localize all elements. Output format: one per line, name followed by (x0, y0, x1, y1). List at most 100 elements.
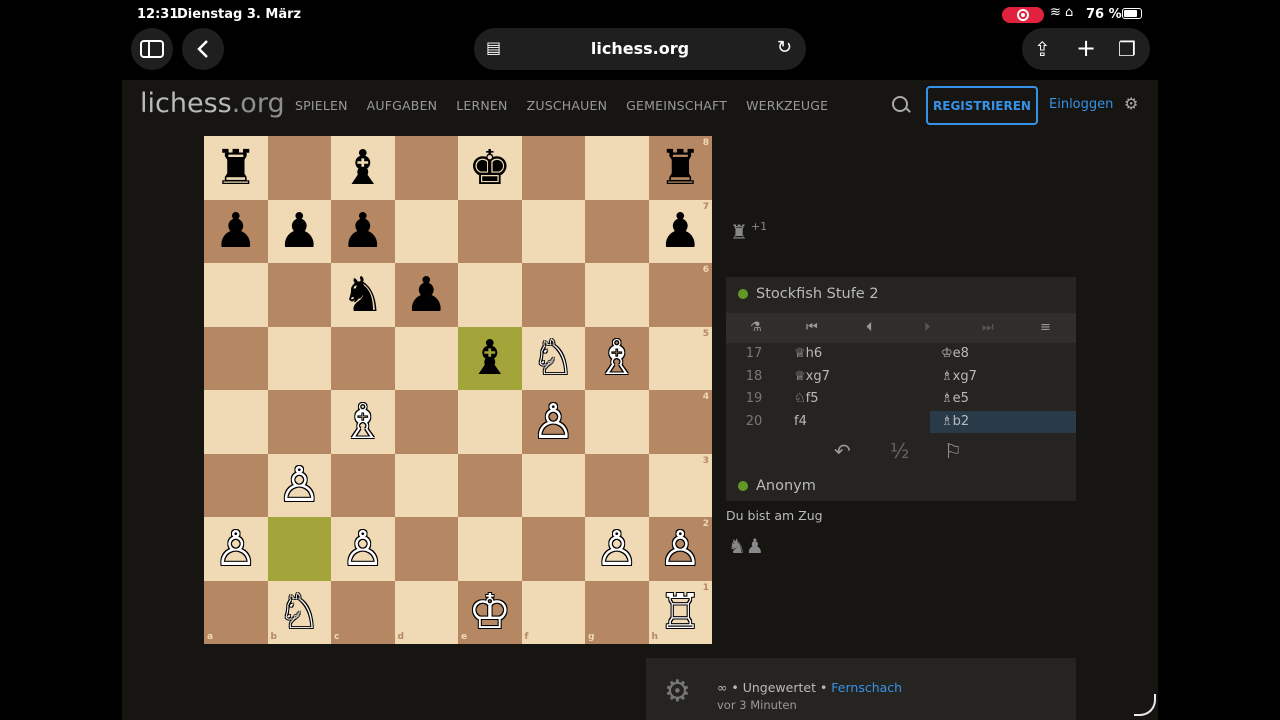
square-f3[interactable] (521, 453, 585, 517)
square-b8[interactable] (267, 136, 331, 200)
chess-piece[interactable]: ♙ (595, 525, 638, 573)
square-d6[interactable]: ♟ (394, 263, 458, 327)
back-button[interactable] (182, 28, 224, 70)
square-g6[interactable] (585, 263, 649, 327)
square-d1[interactable]: d (394, 580, 458, 644)
square-a3[interactable] (204, 453, 268, 517)
square-b5[interactable] (267, 326, 331, 390)
square-c1[interactable]: c (331, 580, 395, 644)
white-move[interactable]: ♘f5 (794, 391, 819, 406)
chess-piece[interactable]: ♚ (468, 144, 511, 192)
search-icon[interactable] (892, 96, 908, 112)
nav-learn[interactable]: LERNEN (456, 98, 507, 113)
tabs-overview-icon[interactable]: ❐ (1118, 37, 1136, 61)
chess-piece[interactable]: ♟ (278, 207, 321, 255)
square-g4[interactable] (585, 390, 649, 454)
register-button[interactable]: REGISTRIEREN (926, 86, 1038, 125)
chess-piece[interactable]: ♙ (659, 525, 702, 573)
offer-draw-button[interactable]: ½ (890, 439, 909, 463)
nav-watch[interactable]: ZUSCHAUEN (527, 98, 608, 113)
square-f2[interactable] (521, 517, 585, 581)
prev-move-icon[interactable]: ⏴ (866, 320, 873, 335)
nav-community[interactable]: GEMEINSCHAFT (626, 98, 727, 113)
square-e3[interactable] (458, 453, 522, 517)
square-a5[interactable] (204, 326, 268, 390)
site-logo[interactable]: lichess.org (140, 88, 285, 119)
chess-piece[interactable]: ♖ (659, 588, 702, 636)
square-g3[interactable] (585, 453, 649, 517)
square-h3[interactable]: 3 (648, 453, 712, 517)
chess-piece[interactable]: ♝ (341, 144, 384, 192)
square-d5[interactable] (394, 326, 458, 390)
black-move-active[interactable]: ♗b2 (930, 411, 1076, 434)
new-tab-icon[interactable]: + (1076, 34, 1096, 62)
nav-puzzles[interactable]: AUFGABEN (367, 98, 438, 113)
square-d4[interactable] (394, 390, 458, 454)
nav-tools[interactable]: WERKZEUGE (746, 98, 828, 113)
square-b7[interactable]: ♟ (267, 199, 331, 263)
first-move-icon[interactable]: ⏮ (806, 320, 818, 335)
square-b4[interactable] (267, 390, 331, 454)
square-a8[interactable]: ♜ (204, 136, 268, 200)
analysis-icon[interactable]: ⚗ (750, 320, 762, 335)
square-f7[interactable] (521, 199, 585, 263)
square-h5[interactable]: 5 (648, 326, 712, 390)
address-bar[interactable]: ▤ lichess.org ↻ (474, 28, 806, 70)
chess-board[interactable]: ♜ ♝ ♚ ♜ 8 ♟ ♟ ♟ ♟ 7 ♞ ♟ 6 ♝ ♘ ♗ 5 ♗ ♙ 4 ♙ 3 ♙ ♙ ♙ ♙ 2 a ♘ b c d ♔ e f g ♖ 1 h (204, 136, 712, 644)
square-e8[interactable]: ♚ (458, 136, 522, 200)
square-h1[interactable]: ♖ 1 h (648, 580, 712, 644)
chess-piece[interactable]: ♙ (278, 461, 321, 509)
square-h8[interactable]: ♜ 8 (648, 136, 712, 200)
black-move[interactable]: ♔e8 (930, 343, 1076, 365)
chess-piece[interactable]: ♙ (214, 525, 257, 573)
black-move[interactable]: ♗xg7 (930, 366, 1076, 388)
square-a7[interactable]: ♟ (204, 199, 268, 263)
white-move[interactable]: ♕h6 (794, 346, 822, 361)
resign-flag-icon[interactable]: ⚐ (944, 439, 962, 463)
square-c7[interactable]: ♟ (331, 199, 395, 263)
square-d8[interactable] (394, 136, 458, 200)
square-e7[interactable] (458, 199, 522, 263)
square-b1[interactable]: ♘ b (267, 580, 331, 644)
chess-piece[interactable]: ♞ (341, 271, 384, 319)
chess-piece[interactable]: ♗ (341, 398, 384, 446)
chess-piece[interactable]: ♜ (659, 144, 702, 192)
square-c2[interactable]: ♙ (331, 517, 395, 581)
square-g2[interactable]: ♙ (585, 517, 649, 581)
square-e6[interactable] (458, 263, 522, 327)
game-mode-link[interactable]: Fernschach (831, 680, 902, 695)
square-c5[interactable] (331, 326, 395, 390)
white-move[interactable]: f4 (794, 414, 807, 429)
last-move-icon[interactable]: ⏭ (982, 320, 994, 335)
chess-piece[interactable]: ♟ (659, 207, 702, 255)
next-move-icon[interactable]: ⏵ (924, 320, 931, 335)
square-c8[interactable]: ♝ (331, 136, 395, 200)
white-move[interactable]: ♕xg7 (794, 369, 830, 384)
square-f6[interactable] (521, 263, 585, 327)
square-c6[interactable]: ♞ (331, 263, 395, 327)
menu-icon[interactable]: ≡ (1040, 320, 1051, 335)
square-d3[interactable] (394, 453, 458, 517)
square-f4[interactable]: ♙ (521, 390, 585, 454)
square-c3[interactable] (331, 453, 395, 517)
chess-piece[interactable]: ♘ (278, 588, 321, 636)
square-f8[interactable] (521, 136, 585, 200)
square-g1[interactable]: g (585, 580, 649, 644)
square-d7[interactable] (394, 199, 458, 263)
reload-icon[interactable]: ↻ (777, 37, 792, 58)
chess-piece[interactable]: ♟ (341, 207, 384, 255)
chess-piece[interactable]: ♔ (468, 588, 511, 636)
black-move[interactable]: ♗e5 (930, 388, 1076, 410)
chess-piece[interactable]: ♙ (532, 398, 575, 446)
login-link[interactable]: Einloggen (1049, 97, 1113, 112)
chess-piece[interactable]: ♘ (532, 334, 575, 382)
chess-piece[interactable]: ♗ (595, 334, 638, 382)
chess-piece[interactable]: ♟ (214, 207, 257, 255)
square-b2[interactable] (267, 517, 331, 581)
square-d2[interactable] (394, 517, 458, 581)
chess-piece[interactable]: ♟ (405, 271, 448, 319)
square-g8[interactable] (585, 136, 649, 200)
nav-play[interactable]: SPIELEN (295, 98, 348, 113)
square-a4[interactable] (204, 390, 268, 454)
square-a6[interactable] (204, 263, 268, 327)
